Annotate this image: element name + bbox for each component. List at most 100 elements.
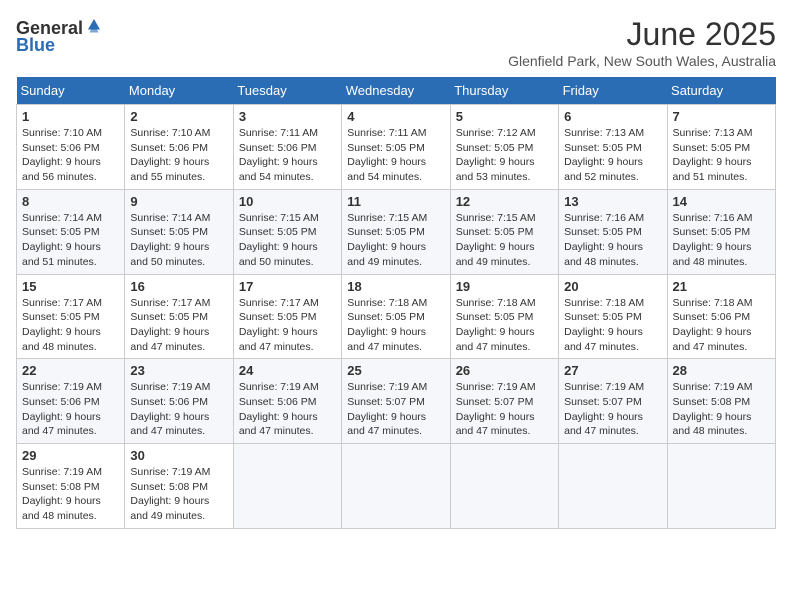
calendar-cell: 28 Sunrise: 7:19 AMSunset: 5:08 PMDaylig…: [667, 359, 775, 444]
calendar-cell: 30 Sunrise: 7:19 AMSunset: 5:08 PMDaylig…: [125, 444, 233, 529]
calendar-cell: 11 Sunrise: 7:15 AMSunset: 5:05 PMDaylig…: [342, 189, 450, 274]
day-info: Sunrise: 7:14 AMSunset: 5:05 PMDaylight:…: [130, 212, 210, 268]
day-info: Sunrise: 7:19 AMSunset: 5:08 PMDaylight:…: [673, 381, 753, 437]
weekday-header-thursday: Thursday: [450, 77, 558, 105]
calendar-week-row: 22 Sunrise: 7:19 AMSunset: 5:06 PMDaylig…: [17, 359, 776, 444]
day-number: 10: [239, 194, 336, 209]
day-number: 6: [564, 109, 661, 124]
day-number: 26: [456, 363, 553, 378]
location-subtitle: Glenfield Park, New South Wales, Austral…: [508, 53, 776, 69]
calendar-cell: 17 Sunrise: 7:17 AMSunset: 5:05 PMDaylig…: [233, 274, 341, 359]
day-info: Sunrise: 7:17 AMSunset: 5:05 PMDaylight:…: [130, 297, 210, 353]
calendar-cell: 16 Sunrise: 7:17 AMSunset: 5:05 PMDaylig…: [125, 274, 233, 359]
weekday-header-monday: Monday: [125, 77, 233, 105]
day-number: 24: [239, 363, 336, 378]
calendar-cell: [233, 444, 341, 529]
day-info: Sunrise: 7:19 AMSunset: 5:07 PMDaylight:…: [456, 381, 536, 437]
day-number: 27: [564, 363, 661, 378]
day-info: Sunrise: 7:13 AMSunset: 5:05 PMDaylight:…: [564, 127, 644, 183]
calendar-cell: 29 Sunrise: 7:19 AMSunset: 5:08 PMDaylig…: [17, 444, 125, 529]
day-info: Sunrise: 7:19 AMSunset: 5:07 PMDaylight:…: [347, 381, 427, 437]
day-number: 25: [347, 363, 444, 378]
calendar-cell: 6 Sunrise: 7:13 AMSunset: 5:05 PMDayligh…: [559, 105, 667, 190]
calendar-cell: 4 Sunrise: 7:11 AMSunset: 5:05 PMDayligh…: [342, 105, 450, 190]
day-info: Sunrise: 7:10 AMSunset: 5:06 PMDaylight:…: [22, 127, 102, 183]
weekday-header-saturday: Saturday: [667, 77, 775, 105]
day-info: Sunrise: 7:17 AMSunset: 5:05 PMDaylight:…: [239, 297, 319, 353]
day-number: 14: [673, 194, 770, 209]
day-info: Sunrise: 7:10 AMSunset: 5:06 PMDaylight:…: [130, 127, 210, 183]
day-number: 18: [347, 279, 444, 294]
calendar-cell: 22 Sunrise: 7:19 AMSunset: 5:06 PMDaylig…: [17, 359, 125, 444]
calendar-table: SundayMondayTuesdayWednesdayThursdayFrid…: [16, 77, 776, 529]
weekday-header-row: SundayMondayTuesdayWednesdayThursdayFrid…: [17, 77, 776, 105]
calendar-cell: 2 Sunrise: 7:10 AMSunset: 5:06 PMDayligh…: [125, 105, 233, 190]
day-info: Sunrise: 7:15 AMSunset: 5:05 PMDaylight:…: [347, 212, 427, 268]
day-number: 4: [347, 109, 444, 124]
day-number: 28: [673, 363, 770, 378]
weekday-header-wednesday: Wednesday: [342, 77, 450, 105]
day-number: 1: [22, 109, 119, 124]
day-info: Sunrise: 7:16 AMSunset: 5:05 PMDaylight:…: [673, 212, 753, 268]
day-info: Sunrise: 7:16 AMSunset: 5:05 PMDaylight:…: [564, 212, 644, 268]
day-info: Sunrise: 7:12 AMSunset: 5:05 PMDaylight:…: [456, 127, 536, 183]
day-number: 29: [22, 448, 119, 463]
day-info: Sunrise: 7:19 AMSunset: 5:06 PMDaylight:…: [239, 381, 319, 437]
calendar-cell: 20 Sunrise: 7:18 AMSunset: 5:05 PMDaylig…: [559, 274, 667, 359]
calendar-cell: 15 Sunrise: 7:17 AMSunset: 5:05 PMDaylig…: [17, 274, 125, 359]
calendar-cell: 13 Sunrise: 7:16 AMSunset: 5:05 PMDaylig…: [559, 189, 667, 274]
calendar-cell: 14 Sunrise: 7:16 AMSunset: 5:05 PMDaylig…: [667, 189, 775, 274]
calendar-cell: 12 Sunrise: 7:15 AMSunset: 5:05 PMDaylig…: [450, 189, 558, 274]
calendar-cell: [342, 444, 450, 529]
day-info: Sunrise: 7:19 AMSunset: 5:07 PMDaylight:…: [564, 381, 644, 437]
day-info: Sunrise: 7:19 AMSunset: 5:08 PMDaylight:…: [22, 466, 102, 522]
day-number: 20: [564, 279, 661, 294]
day-number: 13: [564, 194, 661, 209]
logo: General Blue: [16, 16, 103, 56]
calendar-week-row: 1 Sunrise: 7:10 AMSunset: 5:06 PMDayligh…: [17, 105, 776, 190]
day-info: Sunrise: 7:18 AMSunset: 5:05 PMDaylight:…: [456, 297, 536, 353]
calendar-week-row: 29 Sunrise: 7:19 AMSunset: 5:08 PMDaylig…: [17, 444, 776, 529]
day-info: Sunrise: 7:18 AMSunset: 5:06 PMDaylight:…: [673, 297, 753, 353]
calendar-cell: 5 Sunrise: 7:12 AMSunset: 5:05 PMDayligh…: [450, 105, 558, 190]
day-info: Sunrise: 7:18 AMSunset: 5:05 PMDaylight:…: [564, 297, 644, 353]
day-info: Sunrise: 7:19 AMSunset: 5:06 PMDaylight:…: [22, 381, 102, 437]
calendar-cell: 21 Sunrise: 7:18 AMSunset: 5:06 PMDaylig…: [667, 274, 775, 359]
calendar-cell: 9 Sunrise: 7:14 AMSunset: 5:05 PMDayligh…: [125, 189, 233, 274]
page-header: General Blue June 2025 Glenfield Park, N…: [16, 16, 776, 69]
calendar-cell: 26 Sunrise: 7:19 AMSunset: 5:07 PMDaylig…: [450, 359, 558, 444]
calendar-cell: 7 Sunrise: 7:13 AMSunset: 5:05 PMDayligh…: [667, 105, 775, 190]
calendar-week-row: 15 Sunrise: 7:17 AMSunset: 5:05 PMDaylig…: [17, 274, 776, 359]
weekday-header-friday: Friday: [559, 77, 667, 105]
day-info: Sunrise: 7:17 AMSunset: 5:05 PMDaylight:…: [22, 297, 102, 353]
weekday-header-sunday: Sunday: [17, 77, 125, 105]
calendar-cell: [450, 444, 558, 529]
calendar-cell: 18 Sunrise: 7:18 AMSunset: 5:05 PMDaylig…: [342, 274, 450, 359]
day-info: Sunrise: 7:14 AMSunset: 5:05 PMDaylight:…: [22, 212, 102, 268]
month-year-title: June 2025: [508, 16, 776, 53]
day-info: Sunrise: 7:18 AMSunset: 5:05 PMDaylight:…: [347, 297, 427, 353]
day-number: 8: [22, 194, 119, 209]
calendar-cell: 24 Sunrise: 7:19 AMSunset: 5:06 PMDaylig…: [233, 359, 341, 444]
day-info: Sunrise: 7:13 AMSunset: 5:05 PMDaylight:…: [673, 127, 753, 183]
day-number: 2: [130, 109, 227, 124]
day-number: 22: [22, 363, 119, 378]
day-info: Sunrise: 7:19 AMSunset: 5:08 PMDaylight:…: [130, 466, 210, 522]
calendar-cell: 3 Sunrise: 7:11 AMSunset: 5:06 PMDayligh…: [233, 105, 341, 190]
day-number: 21: [673, 279, 770, 294]
calendar-cell: [667, 444, 775, 529]
calendar-cell: 25 Sunrise: 7:19 AMSunset: 5:07 PMDaylig…: [342, 359, 450, 444]
day-number: 23: [130, 363, 227, 378]
title-block: June 2025 Glenfield Park, New South Wale…: [508, 16, 776, 69]
day-number: 3: [239, 109, 336, 124]
calendar-cell: 19 Sunrise: 7:18 AMSunset: 5:05 PMDaylig…: [450, 274, 558, 359]
day-number: 12: [456, 194, 553, 209]
day-number: 16: [130, 279, 227, 294]
calendar-cell: [559, 444, 667, 529]
day-info: Sunrise: 7:15 AMSunset: 5:05 PMDaylight:…: [239, 212, 319, 268]
day-number: 5: [456, 109, 553, 124]
logo-blue-text: Blue: [16, 35, 55, 56]
day-number: 7: [673, 109, 770, 124]
logo-icon: [85, 16, 103, 34]
calendar-week-row: 8 Sunrise: 7:14 AMSunset: 5:05 PMDayligh…: [17, 189, 776, 274]
